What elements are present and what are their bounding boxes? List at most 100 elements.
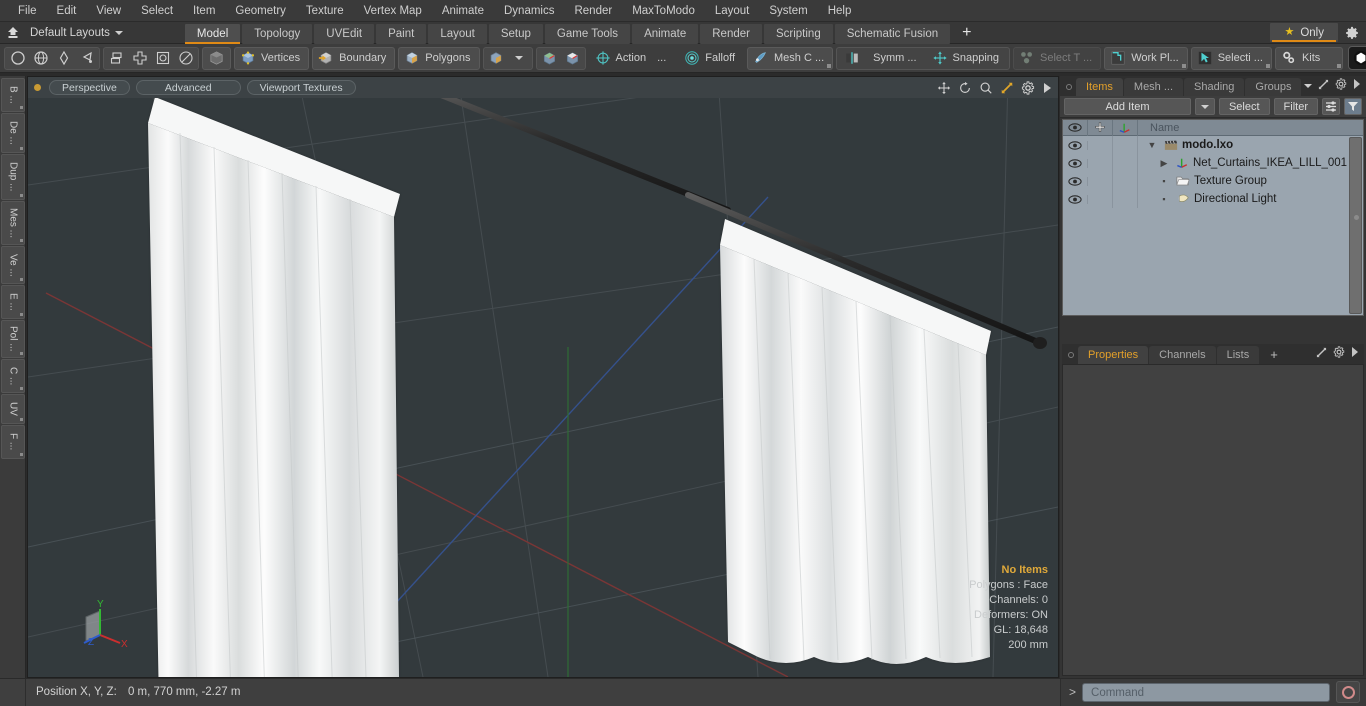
chevron-down-icon[interactable] xyxy=(508,48,531,69)
vtab-uv[interactable]: UV xyxy=(1,394,25,424)
mode-button-vertices[interactable]: Vertices xyxy=(234,46,310,70)
row-axis-cell[interactable] xyxy=(1113,190,1138,208)
menu-item-maxtomodo[interactable]: MaxToModo xyxy=(622,0,705,22)
work-plane-button[interactable]: Work Pl... xyxy=(1104,46,1188,70)
menu-item-view[interactable]: View xyxy=(86,0,131,22)
circle-icon[interactable] xyxy=(6,48,29,69)
select-button[interactable]: Select xyxy=(1218,98,1270,115)
axis-gizmo[interactable]: Y X Z xyxy=(76,597,136,655)
filter-button[interactable]: Filter xyxy=(1273,98,1318,115)
tab-uvedit[interactable]: UVEdit xyxy=(314,23,375,44)
select-through-button[interactable]: Select T ... xyxy=(1013,46,1102,70)
gear-icon[interactable] xyxy=(1021,80,1035,95)
mode-button-polygons[interactable]: Polygons xyxy=(398,46,480,70)
menu-item-layout[interactable]: Layout xyxy=(705,0,760,22)
vtab-fusion[interactable]: F ... xyxy=(1,425,25,459)
tab-game-tools[interactable]: Game Tools xyxy=(544,23,631,44)
viewport-3d[interactable]: Perspective Advanced Viewport Textures N… xyxy=(27,76,1059,678)
tab-paint[interactable]: Paint xyxy=(376,23,427,44)
gear-icon[interactable] xyxy=(1335,78,1347,93)
expand-arrow-icon[interactable]: ▶ xyxy=(1156,158,1172,169)
rotate-icon[interactable] xyxy=(958,81,972,95)
move-icon[interactable] xyxy=(937,81,951,95)
only-toggle-button[interactable]: ★ Only xyxy=(1270,23,1338,42)
play-icon[interactable] xyxy=(1351,347,1359,360)
menu-item-file[interactable]: File xyxy=(8,0,47,22)
row-lock-cell[interactable] xyxy=(1088,172,1113,190)
symmetry-button[interactable]: Symm ... xyxy=(838,47,925,70)
gear-icon[interactable] xyxy=(1342,23,1362,42)
row-lock-cell[interactable] xyxy=(1088,136,1113,154)
add-item-dropdown[interactable] xyxy=(1194,98,1215,115)
menu-item-dynamics[interactable]: Dynamics xyxy=(494,0,564,22)
viewport-menu-dot[interactable] xyxy=(34,84,41,91)
table-row[interactable]: ▪ Texture Group xyxy=(1063,172,1363,190)
selection-sets-button[interactable]: Selecti ... xyxy=(1190,46,1272,70)
play-icon[interactable] xyxy=(1042,82,1052,94)
axis-cube-green-icon[interactable] xyxy=(538,48,561,69)
menu-item-item[interactable]: Item xyxy=(183,0,225,22)
pen-icon[interactable] xyxy=(52,48,75,69)
tab-topology[interactable]: Topology xyxy=(242,23,313,44)
vtab-edge[interactable]: E ... xyxy=(1,285,25,319)
row-axis-cell[interactable] xyxy=(1113,136,1138,154)
vtab-mesh[interactable]: Mes ... xyxy=(1,201,25,245)
lasso-icon[interactable] xyxy=(75,48,98,69)
tab-channels[interactable]: Channels xyxy=(1149,346,1216,364)
tab-model[interactable]: Model xyxy=(184,23,241,44)
row-lock-cell[interactable] xyxy=(1088,154,1113,172)
panel-menu-dot[interactable] xyxy=(1066,84,1072,90)
tab-schematic-fusion[interactable]: Schematic Fusion xyxy=(834,23,951,44)
vtab-vertex[interactable]: Ve ... xyxy=(1,246,25,284)
row-axis-cell[interactable] xyxy=(1113,172,1138,190)
table-row[interactable]: ▶ Net_Curtains_IKEA_LILL_001 xyxy=(1063,154,1363,172)
chevron-down-icon[interactable] xyxy=(1304,83,1312,88)
row-axis-cell[interactable] xyxy=(1113,154,1138,172)
tab-layout[interactable]: Layout xyxy=(428,23,487,44)
snapping-button[interactable]: Snapping xyxy=(926,47,1009,70)
vtab-deform[interactable]: De ... xyxy=(1,113,25,153)
expand-arrow-icon[interactable]: ▼ xyxy=(1144,140,1160,150)
expand-icon[interactable] xyxy=(1318,79,1329,93)
axis-cube-dark-icon[interactable] xyxy=(561,48,584,69)
tab-shading[interactable]: Shading xyxy=(1184,78,1245,96)
tab-render[interactable]: Render xyxy=(700,23,762,44)
row-visibility-toggle[interactable] xyxy=(1063,140,1088,150)
menu-item-select[interactable]: Select xyxy=(131,0,183,22)
add-item-button[interactable]: Add Item xyxy=(1064,98,1191,115)
menu-item-texture[interactable]: Texture xyxy=(296,0,354,22)
cube-icon[interactable] xyxy=(485,48,508,69)
menu-item-help[interactable]: Help xyxy=(818,0,862,22)
vtab-polygon[interactable]: Pol ... xyxy=(1,320,25,358)
menu-item-system[interactable]: System xyxy=(759,0,817,22)
tab-properties[interactable]: Properties xyxy=(1078,346,1149,364)
list-options-icon[interactable] xyxy=(1322,98,1340,115)
rotate-icon[interactable] xyxy=(174,48,197,69)
gear-icon[interactable] xyxy=(1333,346,1345,361)
tab-groups[interactable]: Groups xyxy=(1245,78,1302,96)
row-visibility-toggle[interactable] xyxy=(1063,176,1088,186)
item-list-scrollbar[interactable] xyxy=(1349,137,1362,314)
globe-icon[interactable] xyxy=(29,48,52,69)
vtab-command[interactable]: C ... xyxy=(1,359,25,393)
center-icon[interactable] xyxy=(151,48,174,69)
modo-sphere-icon[interactable] xyxy=(1348,46,1366,70)
panel-menu-dot[interactable] xyxy=(1068,352,1074,358)
menu-item-geometry[interactable]: Geometry xyxy=(225,0,296,22)
tab-animate[interactable]: Animate xyxy=(632,23,699,44)
falloff-button[interactable]: Falloff xyxy=(678,47,744,70)
play-icon[interactable] xyxy=(1353,79,1361,92)
row-visibility-toggle[interactable] xyxy=(1063,158,1088,168)
fit-icon[interactable] xyxy=(1000,81,1014,95)
properties-content[interactable] xyxy=(1062,364,1364,676)
funnel-icon[interactable] xyxy=(1344,98,1362,115)
stack-icon[interactable] xyxy=(105,48,128,69)
tab-lists[interactable]: Lists xyxy=(1216,346,1260,364)
home-up-icon[interactable] xyxy=(0,23,26,43)
tab-scripting[interactable]: Scripting xyxy=(763,23,833,44)
menu-item-render[interactable]: Render xyxy=(564,0,622,22)
table-row[interactable]: ▪ Directional Light xyxy=(1063,190,1363,208)
command-input[interactable]: Command xyxy=(1082,682,1330,702)
kits-button[interactable]: Kits xyxy=(1274,46,1344,70)
row-visibility-toggle[interactable] xyxy=(1063,194,1088,204)
